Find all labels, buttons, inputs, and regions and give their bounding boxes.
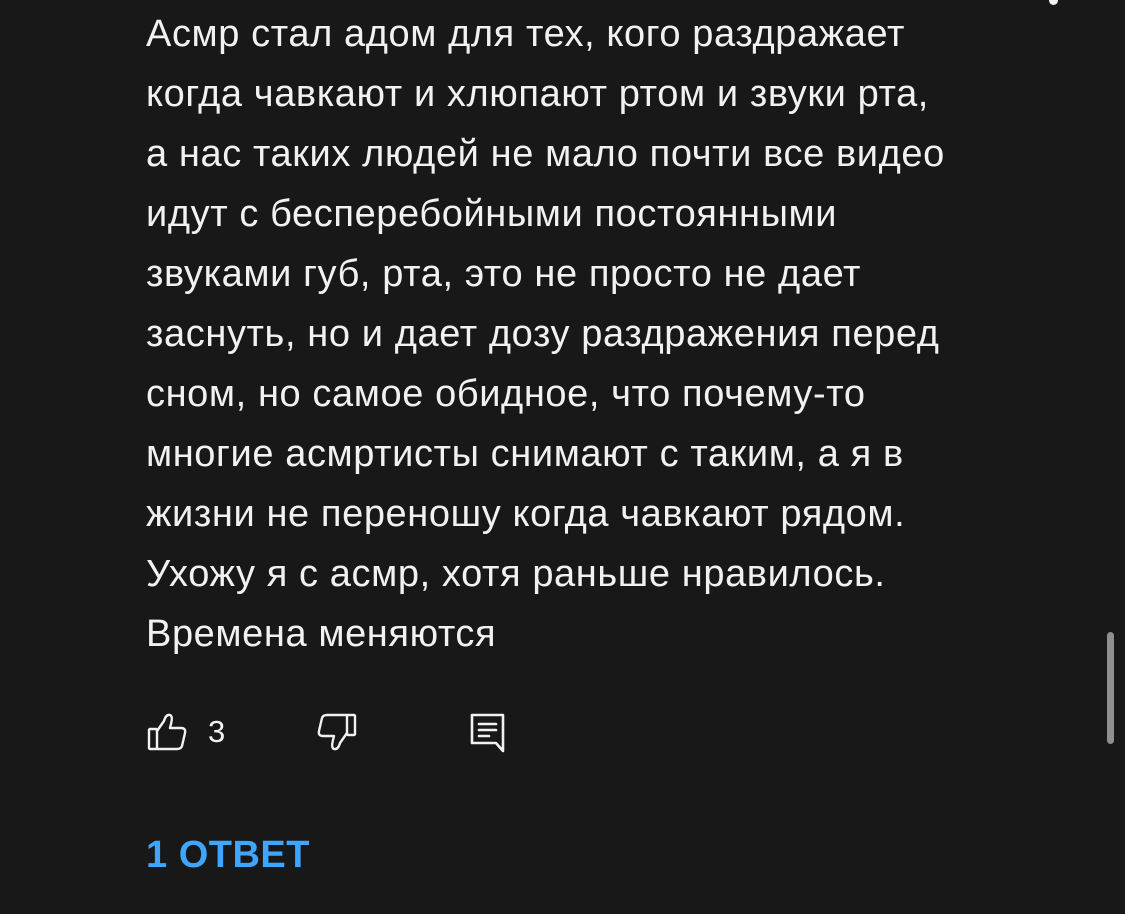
thumb-up-icon: [146, 711, 188, 753]
like-button[interactable]: 3: [146, 708, 225, 756]
comment-line: сном, но самое обидное, что почему-то: [146, 373, 866, 415]
comment-actions: 3: [146, 708, 546, 756]
comment-line: звуками губ, рта, это не просто не дает: [146, 253, 862, 295]
scrollbar-thumb[interactable]: [1107, 632, 1114, 744]
comment-line: Асмр стал адом для тех, кого раздражает: [146, 13, 906, 55]
view-replies-button[interactable]: 1 ОТВЕТ: [146, 834, 310, 877]
comment-line: а нас таких людей не мало почти все виде…: [146, 133, 945, 175]
comment-line: жизни не переношу когда чавкают рядом.: [146, 493, 906, 535]
comment-line: заснуть, но и дает дозу раздражения пере…: [146, 313, 940, 355]
comment-line: Ухожу я с асмр, хотя раньше нравилось.: [146, 553, 886, 595]
dislike-button[interactable]: [316, 708, 358, 756]
like-count: 3: [208, 714, 226, 749]
comment-body: Асмр стал адом для тех, кого раздражает …: [146, 4, 1066, 664]
comment-line: Времена меняются: [146, 613, 497, 655]
comment-line: многие асмртисты снимают с таким, а я в: [146, 433, 904, 475]
reply-button[interactable]: [468, 708, 508, 756]
comment-line: идут с бесперебойными постоянными: [146, 193, 838, 235]
reply-comment-icon: [468, 711, 508, 753]
thumb-down-icon: [316, 711, 358, 753]
comment-line: когда чавкают и хлюпают ртом и звуки рта…: [146, 73, 929, 115]
